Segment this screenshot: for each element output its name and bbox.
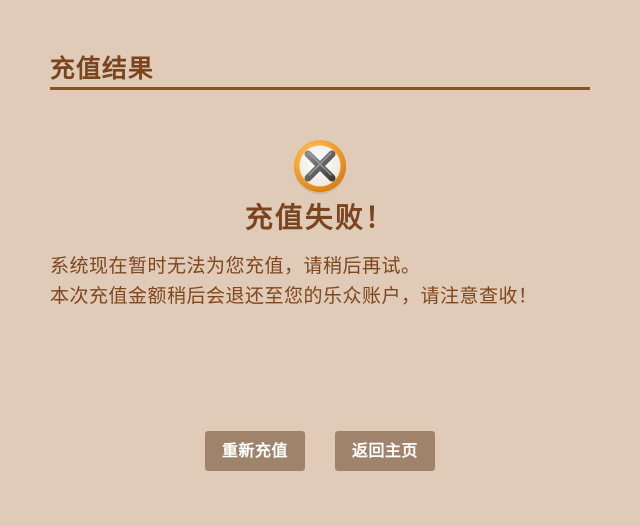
message-line: 本次充值金额稍后会退还至您的乐众账户，请注意查收！ (50, 285, 538, 307)
recharge-again-button[interactable]: 重新充值 (205, 431, 305, 471)
message-line: 系统现在暂时无法为您充值，请稍后再试。 (50, 255, 421, 277)
x-mark-circle-icon (292, 139, 348, 195)
title-divider (50, 87, 590, 90)
return-home-button[interactable]: 返回主页 (335, 431, 435, 471)
status-heading: 充值失败！ (244, 201, 395, 234)
page-title: 充值结果 (50, 54, 155, 83)
